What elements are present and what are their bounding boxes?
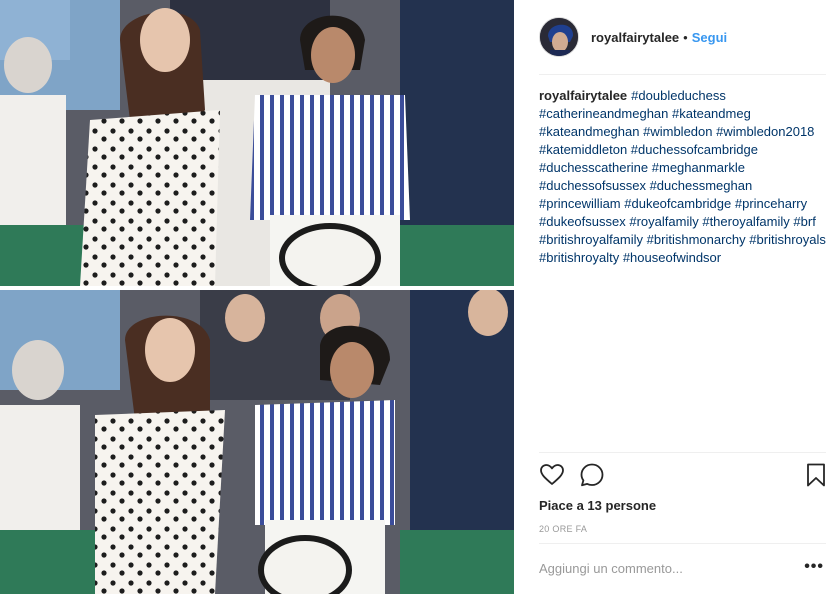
hashtag-link[interactable]: #duchessmeghan xyxy=(650,178,753,193)
comment-button[interactable] xyxy=(579,462,605,488)
likes-count[interactable]: Piace a 13 persone xyxy=(539,498,656,513)
comment-form: ••• xyxy=(539,558,824,582)
hashtag-link[interactable]: #princewilliam xyxy=(539,196,621,211)
hashtag-link[interactable]: #royalfamily xyxy=(629,214,698,229)
hashtag-link[interactable]: #britishroyals xyxy=(749,232,826,247)
header-separator: • xyxy=(683,29,688,45)
more-options-icon[interactable]: ••• xyxy=(804,558,824,576)
hashtag-link[interactable]: #duchesscatherine xyxy=(539,160,648,175)
post-photo-top xyxy=(0,0,514,286)
author-username[interactable]: royalfairytalee xyxy=(591,30,679,45)
header-divider xyxy=(539,74,826,75)
post-header: royalfairytalee • Segui xyxy=(539,17,727,57)
post-media[interactable] xyxy=(0,0,515,594)
hashtag-link[interactable]: #katemiddleton xyxy=(539,142,627,157)
hashtag-link[interactable]: #theroyalfamily xyxy=(702,214,789,229)
heart-icon xyxy=(540,464,564,485)
caption-username[interactable]: royalfairytalee xyxy=(539,88,627,103)
post-photo-bottom xyxy=(0,290,514,594)
hashtag-list: #doubleduchess #catherineandmeghan #kate… xyxy=(539,88,826,265)
post-timestamp: 20 ORE FA xyxy=(539,524,588,534)
hashtag-link[interactable]: #britishmonarchy xyxy=(647,232,746,247)
hashtag-link[interactable]: #kateandmeghan xyxy=(539,124,639,139)
like-button[interactable] xyxy=(539,462,565,488)
hashtag-link[interactable]: #duchessofsussex xyxy=(539,178,646,193)
hashtag-link[interactable]: #duchessofcambridge xyxy=(631,142,758,157)
post-actions xyxy=(539,462,829,490)
hashtag-link[interactable]: #princeharry xyxy=(735,196,807,211)
hashtag-link[interactable]: #britishroyalfamily xyxy=(539,232,643,247)
save-button[interactable] xyxy=(803,462,829,488)
post-details-panel: royalfairytalee • Segui royalfairytalee #… xyxy=(514,0,829,594)
bookmark-icon xyxy=(807,463,825,487)
follow-button[interactable]: Segui xyxy=(692,30,727,45)
hashtag-link[interactable]: #wimbledon2018 xyxy=(716,124,814,139)
avatar[interactable] xyxy=(539,17,579,57)
hashtag-link[interactable]: #dukeofsussex xyxy=(539,214,626,229)
hashtag-link[interactable]: #britishroyalty xyxy=(539,250,619,265)
comment-input[interactable] xyxy=(539,561,779,576)
hashtag-link[interactable]: #doubleduchess xyxy=(631,88,726,103)
actions-divider xyxy=(539,452,826,453)
hashtag-link[interactable]: #kateandmeg xyxy=(672,106,751,121)
post-caption: royalfairytalee #doubleduchess #catherine… xyxy=(539,87,829,267)
hashtag-link[interactable]: #meghanmarkle xyxy=(652,160,745,175)
hashtag-link[interactable]: #brf xyxy=(793,214,815,229)
hashtag-link[interactable]: #wimbledon xyxy=(643,124,712,139)
hashtag-link[interactable]: #dukeofcambridge xyxy=(624,196,731,211)
comment-icon xyxy=(580,463,604,487)
comment-divider xyxy=(539,543,826,544)
hashtag-link[interactable]: #houseofwindsor xyxy=(623,250,721,265)
hashtag-link[interactable]: #catherineandmeghan xyxy=(539,106,668,121)
